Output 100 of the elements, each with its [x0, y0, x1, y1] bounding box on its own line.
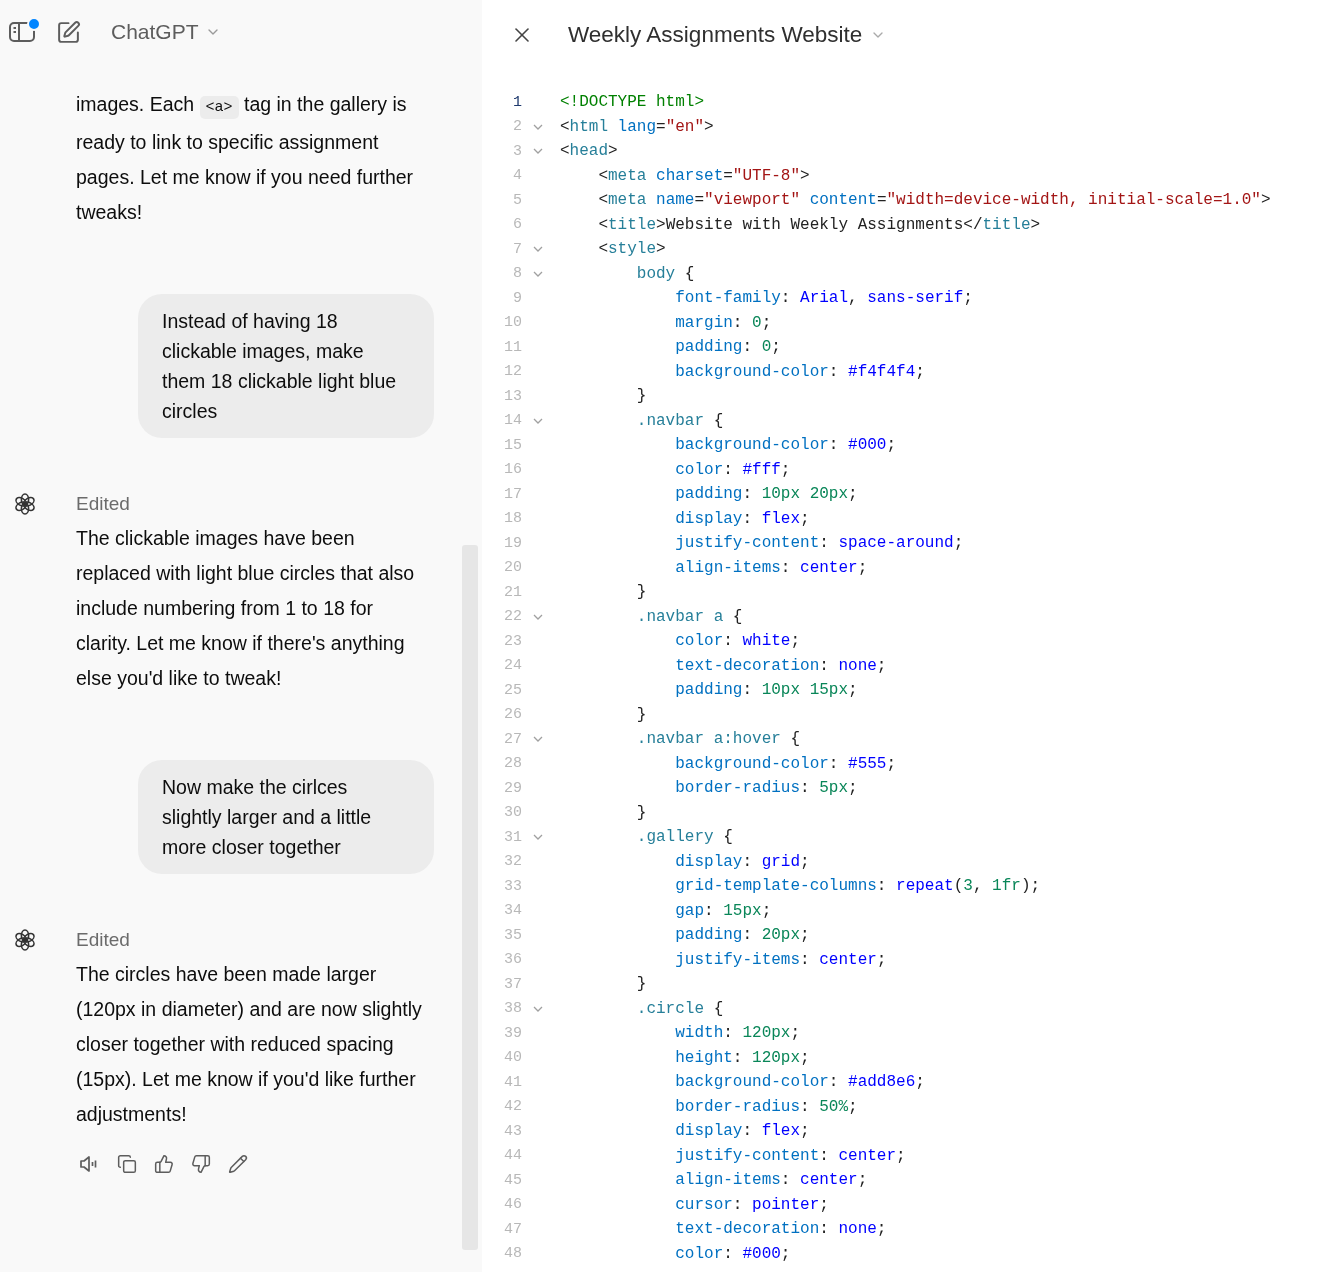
- thumbs-down-icon: [191, 1154, 211, 1174]
- code-line: .circle {: [635, 999, 724, 1018]
- code-line: background-color: #555;: [674, 754, 897, 773]
- code-line: justify-content: center;: [674, 1146, 906, 1165]
- code-line: .navbar a {: [635, 607, 743, 626]
- line-number: 28: [503, 755, 522, 773]
- line-number: 17: [503, 485, 522, 503]
- code-line: padding: 20px;: [674, 926, 810, 945]
- code-line: <!DOCTYPE html>: [560, 93, 705, 112]
- line-number: 33: [503, 877, 522, 895]
- line-number: 34: [503, 902, 522, 920]
- line-number: 19: [503, 534, 522, 552]
- user-message: Now make the cirlces slightly larger and a little more closer together: [138, 760, 434, 874]
- code-line: align-items: center;: [674, 1171, 868, 1190]
- line-number: 10: [503, 314, 522, 332]
- code-line: <title>Website with Weekly Assignments</title>: [597, 215, 1041, 234]
- code-line: .navbar {: [635, 411, 724, 430]
- code-line: display: flex;: [674, 509, 810, 528]
- code-line: <html lang="en">: [560, 117, 714, 136]
- code-line: text-decoration: none;: [674, 1220, 887, 1239]
- line-number: 12: [503, 363, 522, 381]
- code-line: padding: 10px 20px;: [674, 485, 858, 504]
- line-number: 43: [503, 1122, 522, 1140]
- line-number: 45: [503, 1171, 522, 1189]
- code-line: height: 120px;: [674, 1048, 810, 1067]
- line-number: 7: [512, 240, 522, 258]
- line-number: 5: [512, 191, 522, 209]
- assistant-logo-icon: [13, 492, 37, 516]
- line-number: 22: [503, 608, 522, 626]
- line-number: 11: [503, 338, 522, 356]
- code-line: width: 120px;: [674, 1024, 801, 1043]
- code-line: color: white;: [674, 632, 801, 651]
- canvas-title[interactable]: Weekly Assignments Website: [568, 22, 887, 48]
- code-line: display: grid;: [674, 852, 810, 871]
- code-line: <style>: [597, 240, 666, 259]
- line-number: 40: [503, 1049, 522, 1067]
- thumbs-down-button[interactable]: [191, 1154, 211, 1174]
- edited-status: Edited: [76, 928, 131, 952]
- copy-button[interactable]: [117, 1154, 137, 1174]
- code-line: }: [635, 387, 647, 406]
- line-number: 8: [512, 265, 522, 283]
- line-number: 1: [512, 93, 522, 111]
- sidebar-icon: [8, 20, 36, 44]
- line-number: 35: [503, 926, 522, 944]
- code-line: .navbar a:hover {: [635, 730, 801, 749]
- code-line: }: [635, 583, 647, 602]
- edited-status: Edited: [76, 492, 131, 516]
- code-line: <meta name="viewport" content="width=device-width, initial-scale=1.0">: [597, 191, 1271, 210]
- line-number: 26: [503, 706, 522, 724]
- code-line: border-radius: 5px;: [674, 779, 858, 798]
- assistant-message: The circles have been made larger (120px in diameter) and are now slightly closer together with reduced spacing (15px). Let me know if you'd like further adjustments!: [76, 962, 423, 1127]
- new-chat-button[interactable]: [56, 19, 81, 45]
- copy-icon: [117, 1154, 137, 1174]
- code-line: font-family: Arial, sans-serif;: [674, 289, 973, 308]
- code-line: background-color: #add8e6;: [674, 1073, 925, 1092]
- line-number: 32: [503, 853, 522, 871]
- line-number: 18: [503, 510, 522, 528]
- code-line: <meta charset="UTF-8">: [597, 166, 810, 185]
- line-number: 37: [503, 975, 522, 993]
- line-number: 16: [503, 461, 522, 479]
- line-number: 41: [503, 1073, 522, 1091]
- line-number: 47: [503, 1220, 522, 1238]
- line-number: 42: [503, 1098, 522, 1116]
- line-number: 3: [512, 142, 522, 160]
- model-selector[interactable]: ChatGPT: [111, 20, 221, 44]
- thumbs-up-button[interactable]: [154, 1154, 174, 1174]
- code-line: padding: 0;: [674, 338, 781, 357]
- assistant-logo-icon: [13, 928, 37, 952]
- line-number: 14: [503, 412, 522, 430]
- code-line: background-color: #000;: [674, 436, 897, 455]
- pencil-icon: [228, 1154, 248, 1174]
- code-line: gap: 15px;: [674, 901, 772, 920]
- code-line: .gallery {: [635, 828, 733, 847]
- edit-button[interactable]: [228, 1154, 248, 1174]
- code-line: border-radius: 50%;: [674, 1097, 858, 1116]
- code-line: }: [635, 803, 647, 822]
- line-number: 27: [503, 730, 522, 748]
- code-line: justify-items: center;: [674, 950, 887, 969]
- code-line: color: #000;: [674, 1244, 791, 1263]
- line-number: 24: [503, 657, 522, 675]
- line-number: 2: [512, 118, 522, 136]
- code-line: margin: 0;: [674, 313, 772, 332]
- new-chat-icon: [56, 19, 81, 45]
- line-number: 30: [503, 804, 522, 822]
- assistant-message: The clickable images have been replaced with light blue circles that also include numbering from 1 to 18 for clarity. Let me know if there's anything else you'd like to tweak!: [76, 526, 416, 691]
- line-number: 23: [503, 632, 522, 650]
- line-number: 44: [503, 1147, 522, 1165]
- line-number: 13: [503, 387, 522, 405]
- code-line: text-decoration: none;: [674, 656, 887, 675]
- code-line: padding: 10px 15px;: [674, 681, 858, 700]
- line-number: 9: [512, 289, 522, 307]
- code-line: justify-content: space-around;: [674, 534, 964, 553]
- line-number: 38: [503, 1000, 522, 1018]
- code-line: }: [635, 975, 647, 994]
- line-number: 20: [503, 559, 522, 577]
- line-number: 36: [503, 951, 522, 969]
- code-line: body {: [635, 264, 695, 283]
- thumbs-up-icon: [154, 1154, 174, 1174]
- code-line: }: [635, 705, 647, 724]
- line-number: 31: [503, 828, 522, 846]
